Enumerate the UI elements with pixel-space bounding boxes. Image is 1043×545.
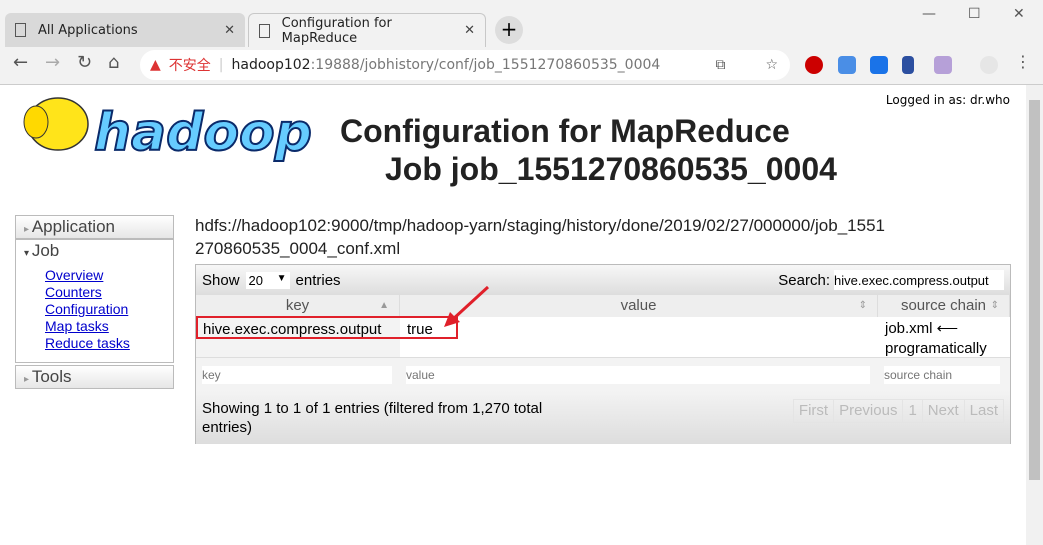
triangle-right-icon: ▸ [24, 374, 32, 385]
page-icon [259, 23, 270, 38]
dropdown-icon: ▼ [276, 272, 287, 284]
highlight-box [196, 316, 458, 339]
star-icon[interactable]: ☆ [765, 57, 778, 73]
first-button[interactable]: First [794, 400, 835, 422]
maximize-icon[interactable]: ☐ [968, 6, 981, 22]
table-toolbar: Show 20 ▼ entries Search: [196, 265, 1010, 295]
menu-icon[interactable]: ⋮ [1015, 52, 1031, 71]
page-icon [15, 23, 26, 37]
url-host: hadoop102 [231, 57, 311, 73]
annotation-arrow-icon [444, 285, 490, 327]
translate-icon[interactable]: ⧉ [715, 57, 725, 73]
sidebar-application[interactable]: ▸ Application [15, 215, 174, 239]
extension-icon[interactable] [902, 56, 914, 74]
page-size-value: 20 [248, 272, 263, 288]
filter-row [196, 358, 1010, 391]
link-overview[interactable]: Overview [16, 267, 173, 284]
page-size-select[interactable]: 20 ▼ [245, 271, 290, 289]
back-icon[interactable]: ← [13, 52, 28, 73]
weather-icon[interactable] [980, 56, 998, 74]
config-table: Show 20 ▼ entries Search: key ▲ value ⇕ so… [195, 264, 1011, 444]
home-icon[interactable]: ⌂ [108, 52, 119, 73]
adblock-icon[interactable] [805, 56, 823, 74]
table-header: key ▲ value ⇕ source chain ⇕ [196, 295, 1010, 317]
hadoop-logo: hadoop [23, 97, 313, 164]
security-label: 不安全 [168, 58, 211, 74]
next-button[interactable]: Next [923, 400, 965, 422]
section-label: Application [31, 217, 115, 236]
column-source-chain[interactable]: source chain ⇕ [878, 295, 1010, 317]
tab-all-applications[interactable]: All Applications ✕ [5, 13, 245, 47]
sidebar-tools[interactable]: ▸ Tools [15, 365, 174, 389]
search-input[interactable] [834, 270, 1004, 290]
tab-label: All Applications [38, 22, 138, 38]
last-button[interactable]: Last [965, 400, 1003, 422]
warning-icon: ▲ [150, 57, 161, 73]
search-label: Search: [778, 271, 830, 289]
scrollbar[interactable] [1026, 85, 1043, 545]
page-1-button[interactable]: 1 [903, 400, 923, 422]
close-window-icon[interactable]: ✕ [1013, 6, 1025, 22]
title-line-1: Configuration for MapReduce [340, 113, 790, 149]
link-map-tasks[interactable]: Map tasks [16, 318, 173, 335]
page-title: Configuration for MapReduce Job job_15512… [340, 112, 837, 188]
url-path: :19888/jobhistory/conf/job_1551270860535… [310, 57, 661, 73]
section-label: Job [31, 241, 60, 260]
pagination: First Previous 1 Next Last [792, 399, 1004, 423]
section-label: Tools [31, 367, 72, 386]
sort-icon: ⇕ [990, 300, 999, 311]
cell-source: job.xml ⟵ programatically [885, 320, 987, 357]
conf-file-path: hdfs://hadoop102:9000/tmp/hadoop-yarn/st… [195, 216, 885, 258]
entries-label: entries [295, 271, 341, 289]
column-key[interactable]: key ▲ [196, 295, 400, 317]
sidebar-job: ▾ Job Overview Counters Configuration Ma… [15, 239, 174, 363]
extension-icon[interactable] [838, 56, 856, 74]
filter-value-input[interactable] [406, 365, 870, 384]
filter-key-input[interactable] [202, 365, 392, 384]
triangle-right-icon: ▸ [24, 224, 32, 235]
tab-configuration[interactable]: Configuration for MapReduce ✕ [248, 13, 486, 47]
divider: | [218, 57, 224, 73]
link-configuration[interactable]: Configuration [16, 301, 173, 318]
sort-icon: ⇕ [858, 300, 867, 311]
tab-label: Configuration for MapReduce [281, 15, 392, 46]
new-tab-button[interactable]: + [495, 16, 523, 44]
triangle-down-icon: ▾ [24, 248, 32, 259]
svg-text:hadoop: hadoop [94, 103, 312, 163]
close-tab-icon[interactable]: ✕ [224, 23, 235, 38]
forward-icon[interactable]: → [45, 52, 60, 73]
sort-asc-icon: ▲ [379, 300, 389, 311]
show-label: Show [202, 271, 240, 289]
column-label: source chain [900, 297, 987, 314]
table-footer: Showing 1 to 1 of 1 entries (filtered fr… [196, 391, 1010, 444]
table-info: Showing 1 to 1 of 1 entries (filtered fr… [202, 400, 543, 436]
scrollbar-thumb[interactable] [1029, 100, 1040, 480]
minimize-icon[interactable]: — [922, 6, 936, 22]
column-label: value [620, 297, 657, 314]
title-line-2: Job job_1551270860535_0004 [385, 151, 837, 187]
filter-source-input[interactable] [884, 365, 1000, 384]
link-reduce-tasks[interactable]: Reduce tasks [16, 335, 173, 352]
extension-icon[interactable] [870, 56, 888, 74]
previous-button[interactable]: Previous [834, 400, 904, 422]
sidebar-job-header[interactable]: ▾ Job [16, 240, 173, 262]
pdf-icon[interactable] [934, 56, 952, 74]
link-counters[interactable]: Counters [16, 284, 173, 301]
reload-icon[interactable]: ↻ [77, 52, 92, 73]
column-label: key [285, 297, 310, 314]
logged-in-label: Logged in as: dr.who [885, 93, 1010, 107]
browser-chrome: All Applications ✕ Configuration for MapR… [0, 0, 1043, 85]
address-bar[interactable]: ▲ 不安全 | hadoop102:19888/jobhistory/conf/… [140, 50, 790, 80]
close-tab-icon[interactable]: ✕ [464, 23, 475, 38]
